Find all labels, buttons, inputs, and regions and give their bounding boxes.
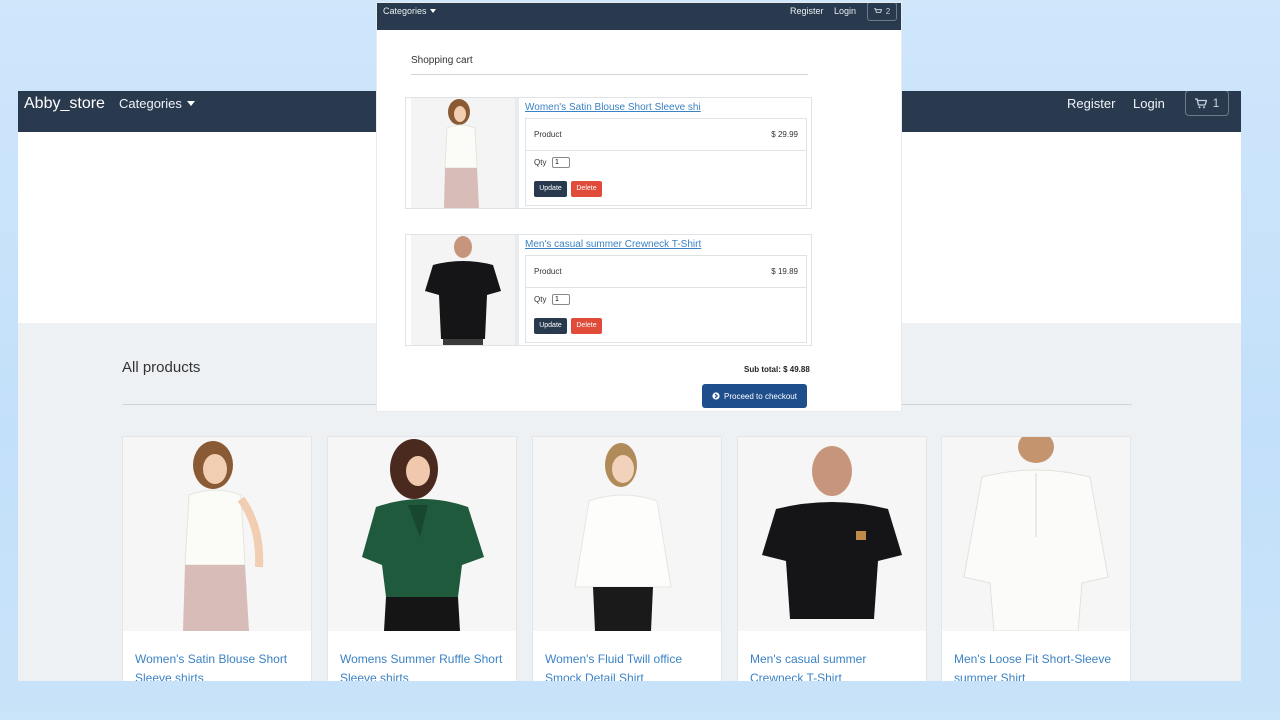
cart-icon xyxy=(873,8,882,13)
product-card[interactable]: Womens Summer Ruffle Short Sleeve shirts xyxy=(327,436,517,681)
product-card[interactable]: Men's Loose Fit Short-Sleeve summer Shir… xyxy=(941,436,1131,681)
item-image[interactable] xyxy=(411,98,519,208)
cart-button[interactable]: 2 xyxy=(867,3,897,21)
cart-divider xyxy=(411,74,808,75)
product-card[interactable]: Men's casual summer Crewneck T-Shirt xyxy=(737,436,927,681)
product-title[interactable]: Women's Fluid Twill office Smock Detail … xyxy=(545,650,715,681)
product-label: Product xyxy=(534,267,562,276)
qty-label: Qty xyxy=(534,295,547,304)
product-title[interactable]: Womens Summer Ruffle Short Sleeve shirts xyxy=(340,650,510,681)
product-card[interactable]: Women's Satin Blouse Short Sleeve shirts xyxy=(122,436,312,681)
chevron-down-icon xyxy=(429,9,436,13)
brand-logo[interactable]: Abby_store xyxy=(24,95,105,113)
cart-button[interactable]: 1 xyxy=(1185,91,1229,116)
product-image[interactable] xyxy=(738,437,926,631)
subtotal: Sub total: $ 49.88 xyxy=(744,365,810,374)
delete-button[interactable]: Delete xyxy=(571,181,602,197)
item-name-link[interactable]: Women's Satin Blouse Short Sleeve shi xyxy=(525,102,701,113)
item-price: $ 19.89 xyxy=(771,267,798,276)
arrow-circle-right-icon xyxy=(712,392,720,400)
cart-item: Women's Satin Blouse Short Sleeve shi Pr… xyxy=(405,97,812,209)
delete-button[interactable]: Delete xyxy=(571,318,602,334)
cart-count: 2 xyxy=(885,7,891,16)
chevron-down-icon xyxy=(186,101,195,106)
product-title[interactable]: Men's Loose Fit Short-Sleeve summer Shir… xyxy=(954,650,1124,681)
update-button[interactable]: Update xyxy=(534,181,567,197)
qty-value: 1 xyxy=(555,296,559,303)
login-link[interactable]: Login xyxy=(1133,96,1165,111)
item-details: Product $ 19.89 Qty 1 Update Delete xyxy=(525,255,807,343)
item-details: Product $ 29.99 Qty 1 Update Delete xyxy=(525,118,807,206)
qty-label: Qty xyxy=(534,158,547,167)
register-link[interactable]: Register xyxy=(1067,96,1115,111)
item-image[interactable] xyxy=(411,235,519,345)
qty-select[interactable]: 1 xyxy=(552,294,570,305)
categories-dropdown[interactable]: Categories xyxy=(119,96,195,111)
product-label: Product xyxy=(534,130,562,139)
cart-icon xyxy=(1194,97,1207,108)
qty-select[interactable]: 1 xyxy=(552,157,570,168)
shopping-cart-overlay: Categories Register Login 2 Shopping car… xyxy=(377,3,901,411)
product-image[interactable] xyxy=(533,437,721,631)
item-price-row: Product $ 29.99 xyxy=(526,119,806,151)
checkout-button[interactable]: Proceed to checkout xyxy=(702,384,807,408)
qty-value: 1 xyxy=(555,159,559,166)
categories-label: Categories xyxy=(383,6,427,16)
product-title[interactable]: Women's Satin Blouse Short Sleeve shirts xyxy=(135,650,305,681)
update-button[interactable]: Update xyxy=(534,318,567,334)
product-card[interactable]: Women's Fluid Twill office Smock Detail … xyxy=(532,436,722,681)
register-link[interactable]: Register xyxy=(790,6,824,16)
cart-overlay-navbar: Categories Register Login 2 xyxy=(377,3,901,30)
checkout-label: Proceed to checkout xyxy=(724,391,797,401)
cart-count: 1 xyxy=(1212,96,1220,110)
item-name-link[interactable]: Men's casual summer Crewneck T-Shirt xyxy=(525,239,701,250)
product-image[interactable] xyxy=(123,437,311,631)
login-link[interactable]: Login xyxy=(834,6,856,16)
categories-label: Categories xyxy=(119,96,182,111)
product-image[interactable] xyxy=(328,437,516,631)
item-price-row: Product $ 19.89 xyxy=(526,256,806,288)
cart-item: Men's casual summer Crewneck T-Shirt Pro… xyxy=(405,234,812,346)
section-title: All products xyxy=(122,359,201,376)
product-title[interactable]: Men's casual summer Crewneck T-Shirt xyxy=(750,650,920,681)
cart-title: Shopping cart xyxy=(411,55,473,66)
item-price: $ 29.99 xyxy=(771,130,798,139)
categories-dropdown[interactable]: Categories xyxy=(383,6,436,16)
product-image[interactable] xyxy=(942,437,1130,631)
